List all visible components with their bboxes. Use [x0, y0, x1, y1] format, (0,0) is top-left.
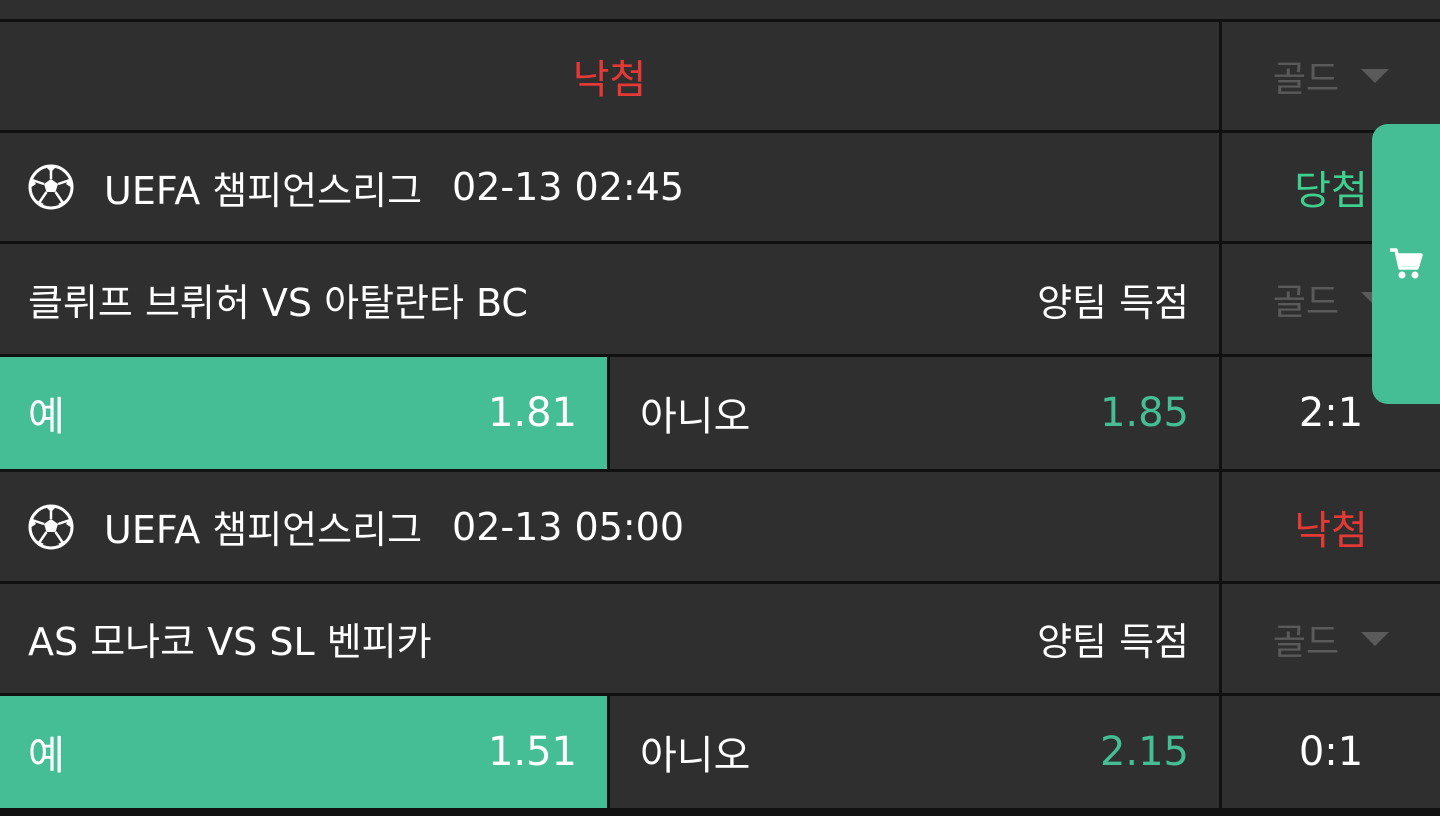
match-title-row: 클뤼프 브뤼허 VS 아탈란타 BC 양팀 득점 골드	[0, 244, 1440, 354]
match-title-row: AS 모나코 VS SL 벤피카 양팀 득점 골드	[0, 584, 1440, 693]
match-title: AS 모나코 VS SL 벤피카	[28, 620, 432, 664]
summary-grade-cell[interactable]: 골드	[1222, 22, 1440, 130]
top-strip	[0, 0, 1440, 19]
league-row: UEFA 챔피언스리그 02-13 02:45 당첨	[0, 133, 1440, 241]
league-row: UEFA 챔피언스리그 02-13 05:00 낙첨	[0, 472, 1440, 581]
cart-icon	[1390, 248, 1423, 279]
chevron-down-icon	[1361, 69, 1390, 83]
summary-status-cell: 낙첨	[0, 22, 1219, 130]
option-no-odds: 1.85	[1099, 390, 1189, 436]
match-datetime: 02-13 02:45	[452, 165, 685, 209]
summary-status: 낙첨	[572, 57, 647, 103]
grade-dropdown[interactable]: 골드	[1272, 50, 1390, 102]
grade-label: 골드	[1272, 621, 1340, 663]
soccer-ball-icon	[28, 504, 74, 549]
result-badge: 낙첨	[1294, 507, 1368, 554]
summary-row: 낙첨 골드	[0, 22, 1440, 130]
option-yes-button[interactable]: 예 1.51	[0, 696, 607, 808]
bet-type: 양팀 득점	[1037, 280, 1189, 325]
option-no-button[interactable]: 아니오 2.15	[610, 696, 1219, 808]
grade-label: 골드	[1272, 59, 1340, 100]
match-title-cell: 클뤼프 브뤼허 VS 아탈란타 BC 양팀 득점	[0, 244, 1219, 354]
options-row: 예 1.81 아니오 1.85 2:1	[0, 357, 1440, 469]
league-cell: UEFA 챔피언스리그 02-13 05:00	[0, 472, 1219, 581]
match-title-cell: AS 모나코 VS SL 벤피카 양팀 득점	[0, 584, 1219, 693]
option-yes-odds: 1.81	[487, 390, 577, 436]
match-datetime: 02-13 05:00	[452, 504, 685, 549]
grade-dropdown[interactable]: 골드	[1272, 613, 1390, 665]
cart-tab[interactable]	[1372, 124, 1440, 404]
option-no-label: 아니오	[640, 394, 751, 440]
result-cell: 낙첨	[1222, 472, 1440, 581]
match-title: 클뤼프 브뤼허 VS 아탈란타 BC	[28, 280, 528, 325]
result-badge: 당첨	[1294, 168, 1368, 214]
top-strip-cell	[0, 0, 1440, 19]
option-yes-button[interactable]: 예 1.81	[0, 357, 607, 469]
bet-type: 양팀 득점	[1037, 620, 1189, 664]
score-cell: 0:1	[1222, 696, 1440, 808]
option-yes-odds: 1.51	[487, 729, 577, 775]
chevron-down-icon	[1361, 631, 1390, 646]
match-score: 2:1	[1298, 390, 1364, 436]
grade-label: 골드	[1272, 282, 1340, 323]
match-score: 0:1	[1298, 729, 1364, 775]
option-no-button[interactable]: 아니오 1.85	[610, 357, 1219, 469]
option-yes-label: 예	[28, 733, 65, 779]
grade-cell[interactable]: 골드	[1222, 584, 1440, 693]
soccer-ball-icon	[28, 164, 74, 210]
league-name: UEFA 챔피언스리그	[104, 508, 423, 552]
option-no-odds: 2.15	[1099, 729, 1189, 775]
options-row: 예 1.51 아니오 2.15 0:1	[0, 696, 1440, 808]
option-yes-label: 예	[28, 394, 65, 440]
league-cell: UEFA 챔피언스리그 02-13 02:45	[0, 133, 1219, 241]
option-no-label: 아니오	[640, 733, 751, 779]
league-name: UEFA 챔피언스리그	[104, 168, 423, 213]
